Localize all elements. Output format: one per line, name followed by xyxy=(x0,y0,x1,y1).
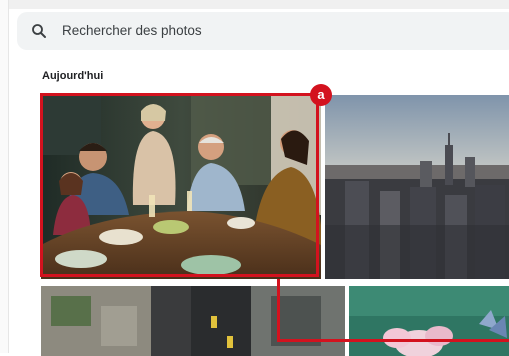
photo-flower-butterfly-image xyxy=(349,286,509,356)
annotation-connector-line xyxy=(277,279,280,342)
photo-city-skyline-image xyxy=(325,95,509,279)
section-date-heading: Aujourd'hui xyxy=(42,70,104,82)
annotation-connector-line-horizontal xyxy=(277,339,509,342)
search-bar[interactable]: Rechercher des photos xyxy=(17,12,509,50)
annotation-highlight-frame xyxy=(40,93,319,277)
annotation-badge: a xyxy=(310,84,332,106)
photo-flower-butterfly[interactable] xyxy=(349,286,509,356)
search-placeholder: Rechercher des photos xyxy=(62,23,202,38)
photo-aerial-street[interactable] xyxy=(41,286,345,356)
photo-city-skyline[interactable] xyxy=(325,95,509,279)
photo-aerial-street-image xyxy=(41,286,345,356)
window-left-edge xyxy=(0,0,9,353)
search-icon xyxy=(32,24,46,38)
window-top-edge xyxy=(0,0,509,9)
